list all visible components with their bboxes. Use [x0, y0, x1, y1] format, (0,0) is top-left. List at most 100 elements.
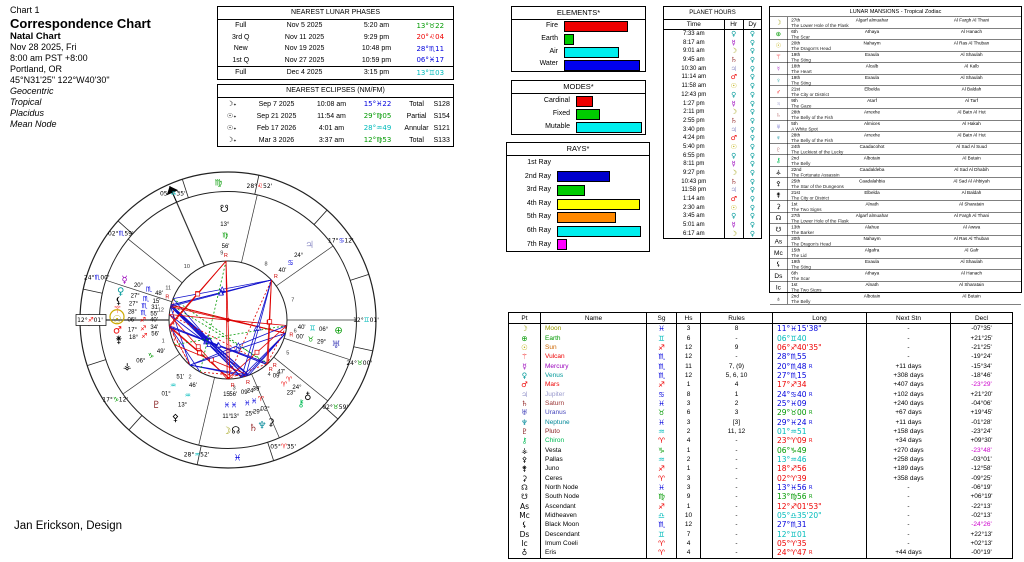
aspect-line [226, 279, 272, 380]
mercury-glyph: ☿ [121, 275, 127, 286]
bar-label: 2nd Ray [524, 172, 551, 180]
sign-boundary [313, 209, 328, 225]
eris-glyph: ♁ [304, 391, 311, 403]
planet-hour-row: 1:14 am ♂ ♀ [663, 194, 762, 204]
bar-label: 5th Ray [526, 213, 551, 221]
planet-hour-row: 3:45 am ♀ ♀ [663, 212, 762, 221]
house-cusp [127, 238, 183, 284]
uranus-glyph: ♅ [332, 340, 341, 351]
planet-row: ⚴ Pallas ♒ 2-13°♒46 +258 days -03°01' [509, 454, 1013, 465]
planet-sign: ♓ [251, 397, 257, 405]
bar [557, 225, 641, 237]
bar-row: 3rd Ray [507, 183, 649, 197]
planet-hour-row: 3:40 pm ♃ ♀ [663, 125, 762, 134]
planet-minutes: 34' [150, 325, 158, 331]
planet-sign: ♊ [309, 324, 315, 332]
retrograde-marker: R [224, 253, 228, 259]
bar [576, 108, 600, 120]
planet-degree: 20° [134, 283, 144, 289]
planet-minutes: 40' [298, 325, 306, 331]
lunar-phase-row: New Nov 19 2025 10:48 pm 28°♏11 [233, 44, 445, 53]
planet-degree: 23° [287, 390, 297, 396]
planet-degree: 01° [162, 391, 172, 397]
bar-row: 5th Ray [507, 210, 649, 224]
planet-row: ♇ Pluto ♒ 2 11, 12 01°♒51 +158 days -23°24' [509, 426, 1013, 437]
cusp-label: 24°♉00' [346, 359, 372, 367]
neptune-glyph: ♆ [258, 421, 267, 432]
sun-glyph: ☉ [113, 314, 122, 325]
planet-hour-row: 9:01 am ☽ ♀ [663, 47, 762, 56]
house-number: 7 [291, 297, 294, 303]
sign-boundary [83, 288, 103, 294]
house-number: 8 [264, 262, 267, 268]
setting-zodiac: Tropical [10, 97, 42, 107]
planet-row: ⚵ Juno ♐ 1-18°♐56 +189 days -12°58' [509, 464, 1013, 474]
planet-minutes: 48' [155, 291, 163, 297]
planet-degree: 13° [230, 414, 240, 420]
planet-hours-title: PLANET HOURS [663, 6, 762, 20]
square-aspect-icon [195, 291, 201, 297]
planet-hour-row: 8:17 am ☿ ♀ [663, 38, 762, 48]
planet-row: ⊕ Earth ♊ 6-06°♊40- +21°25' [509, 333, 1013, 343]
bar [576, 95, 593, 107]
cusp-label: 02°♏59' [108, 229, 134, 237]
bar-row: 7th Ray [507, 238, 649, 252]
planet-hour-row: 7:33 am ♀ ♀ [663, 29, 762, 39]
snode-glyph: ☋ [220, 204, 229, 215]
cusp-label: 28°♒52' [184, 451, 210, 459]
retrograde-marker: R [165, 294, 169, 300]
planet-sign: ♑ [148, 352, 154, 360]
planet-row: ♅ Uranus ♉ 6 3 29°♉00 R +67 days +19°45' [509, 408, 1013, 418]
planet-degree: 27° [129, 301, 139, 307]
planet-sign: ♐ [140, 316, 146, 324]
cusp-label: 05°♎35' [160, 190, 186, 198]
eclipse-row: ☉✦ Feb 17 2026 4:01 am 28°♒49 Annular S121 [226, 124, 450, 132]
bar [557, 184, 585, 196]
planet-hours-table: PLANET HOURS Time Hr Dy 7:33 am ♀ ♀ 8:17 am ☿ ♀ 9… [663, 6, 762, 240]
planet-row: ♄ Saturn ♓ 3 2 25°♓09 +240 days -04°06' [509, 398, 1013, 409]
planet-degree: 29° [253, 409, 263, 415]
bar-row: Earth [512, 33, 645, 46]
planet-sign: ♍ [222, 232, 229, 240]
chart-number: Chart 1 [10, 5, 40, 15]
planet-degree: 18° [129, 335, 139, 341]
bar-label: Earth [541, 34, 558, 42]
planet-hour-row: 6:55 pm ♀ ♀ [663, 151, 762, 160]
bar-row: Water [512, 58, 645, 71]
planet-minutes: 56' [222, 244, 230, 250]
lunar-mansions-panel: LUNAR MANSIONS - Tropical Zodiac ☽ 27th Al… [769, 6, 1022, 305]
planet-hours-header: Time Hr Dy [663, 19, 762, 30]
planet-row: ⚸ Black Moon ♏ 12-27°♏31- -24°26' [509, 520, 1013, 530]
bar-label: Mutable [545, 123, 570, 131]
eclipses-table: NEAREST ECLIPSES (NM/FM) ☽✦ Sep 7 2025 10:… [217, 84, 455, 147]
planet-hour-row: 5:01 am ☿ ♀ [663, 220, 762, 230]
page-title: Correspondence Chart [10, 16, 151, 31]
bar [557, 171, 610, 183]
bar-label: Air [549, 47, 558, 55]
cusp-label: 24°♏00' [84, 273, 110, 281]
planet-degree: 13° [220, 222, 230, 228]
planet-sign: ♉ [308, 336, 314, 344]
planet-row: ☉ Sun ♐ 12 9 06°♐40'35" - -21°25' [509, 342, 1013, 353]
zodiac-sign-glyph: ♍ [215, 178, 223, 188]
planet-row: ⚶ Vesta ♑ 1-06°♑49 +270 days -23°48' [509, 445, 1013, 455]
planet-row: ♀ Venus ♏ 12 5, 6, 10 27°♏15 +308 days -18°46' [509, 370, 1013, 381]
bar [564, 34, 574, 46]
planet-degree: 24° [294, 253, 304, 259]
planet-row: ⚚ Vulcan ♏ 12-28°♏55- -19°24' [509, 352, 1013, 362]
bar [576, 121, 642, 133]
planet-hour-row: 8:11 pm ☿ ♀ [663, 160, 762, 169]
lunar-phases-table: NEAREST LUNAR PHASES Full Nov 5 2025 5:20 … [217, 6, 455, 80]
chart-type: Natal Chart [10, 31, 61, 42]
bar-row: Fire [512, 20, 645, 33]
planet-minutes: 24' [247, 388, 255, 394]
sign-boundary [353, 346, 373, 352]
bar-label: Water [539, 60, 558, 68]
house-cusp [176, 201, 205, 267]
planet-hour-row: 5:40 pm ☉ ♀ [663, 142, 762, 152]
modes-title: MODES* [512, 81, 645, 94]
planet-degree: 27° [131, 294, 141, 300]
bar-label: 3rd Ray [526, 186, 551, 194]
bar-row: Mutable [512, 120, 645, 133]
rays-title: RAYS* [507, 143, 649, 156]
